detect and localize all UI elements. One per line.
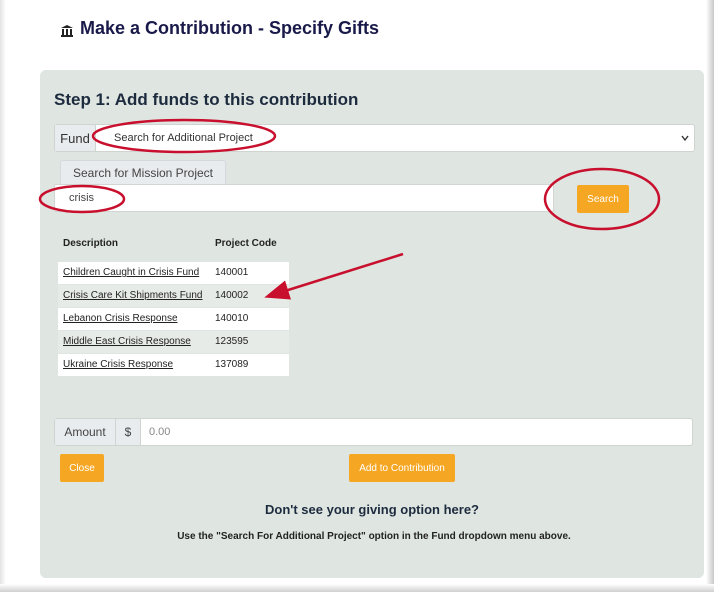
help-title: Don't see your giving option here? [265, 502, 479, 517]
project-code: 140002 [215, 290, 249, 301]
page-title: Make a Contribution - Specify Gifts [60, 18, 379, 39]
tab-search-mission-project[interactable]: Search for Mission Project [60, 160, 226, 185]
close-button[interactable]: Close [60, 454, 104, 482]
frame-edge-bottom [0, 584, 714, 592]
search-button[interactable]: Search [577, 185, 629, 213]
column-header-description: Description [63, 238, 119, 249]
fund-selected-value: Search for Additional Project [114, 132, 253, 144]
fund-select[interactable]: Search for Additional Project [96, 125, 694, 151]
table-row: Crisis Care Kit Shipments Fund 140002 [58, 285, 289, 307]
project-link[interactable]: Middle East Crisis Response [63, 336, 191, 347]
amount-label: Amount [55, 419, 116, 445]
page-title-text: Make a Contribution - Specify Gifts [80, 18, 380, 38]
search-input[interactable]: crisis [54, 184, 554, 212]
project-code: 123595 [215, 336, 249, 347]
add-to-contribution-button[interactable]: Add to Contribution [349, 454, 455, 482]
table-row: Middle East Crisis Response 123595 [58, 331, 289, 353]
fund-select-group[interactable]: Fund Search for Additional Project [54, 124, 695, 152]
help-text: Use the "Search For Additional Project" … [177, 531, 571, 542]
project-link[interactable]: Lebanon Crisis Response [63, 313, 178, 324]
amount-input[interactable]: 0.00 [141, 419, 692, 445]
currency-symbol: $ [116, 419, 141, 445]
step-title: Step 1: Add funds to this contribution [54, 90, 359, 109]
project-code: 137089 [215, 359, 249, 370]
table-row: Ukraine Crisis Response 137089 [58, 354, 289, 376]
project-link[interactable]: Crisis Care Kit Shipments Fund [63, 290, 203, 301]
chevron-down-icon [680, 133, 690, 143]
project-code: 140010 [215, 313, 249, 324]
project-link[interactable]: Ukraine Crisis Response [63, 359, 173, 370]
table-row: Lebanon Crisis Response 140010 [58, 308, 289, 330]
table-row: Children Caught in Crisis Fund 140001 [58, 262, 289, 284]
amount-group: Amount $ 0.00 [54, 418, 693, 446]
project-link[interactable]: Children Caught in Crisis Fund [63, 267, 199, 278]
bank-icon [60, 22, 74, 37]
column-header-project-code: Project Code [215, 238, 277, 249]
fund-label: Fund [55, 125, 96, 151]
project-code: 140001 [215, 267, 249, 278]
